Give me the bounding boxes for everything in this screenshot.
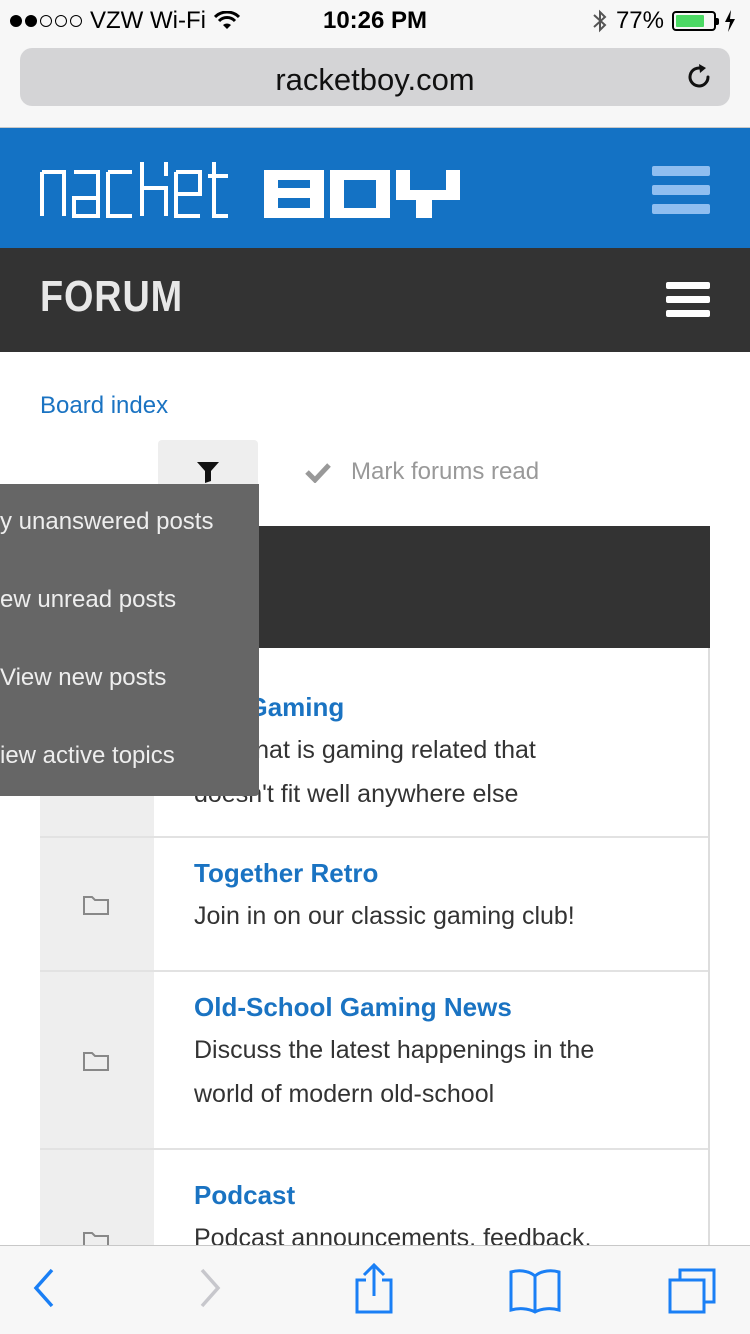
forum-description: Join in on our classic gaming club! bbox=[194, 902, 575, 930]
forum-content: Old-School Gaming News Discuss the lates… bbox=[154, 972, 708, 1148]
share-icon[interactable] bbox=[352, 1262, 396, 1314]
battery-icon bbox=[672, 11, 719, 31]
folder-icon bbox=[83, 1052, 109, 1071]
site-logo[interactable] bbox=[38, 158, 478, 220]
status-right: 77% bbox=[592, 7, 736, 35]
forum-icon-cell bbox=[40, 838, 154, 970]
forum-description: hing that is gaming related that bbox=[194, 736, 536, 764]
reload-icon[interactable] bbox=[684, 62, 714, 92]
forum-icon-cell bbox=[40, 972, 154, 1148]
forum-title-link[interactable]: Together Retro bbox=[194, 852, 688, 894]
forum-description: Discuss the latest happenings in the bbox=[194, 1036, 595, 1064]
forum-content: Together Retro Join in on our classic ga… bbox=[154, 838, 708, 970]
bluetooth-icon bbox=[593, 9, 607, 33]
forum-hamburger-icon[interactable] bbox=[666, 282, 710, 320]
battery-percent: 77% bbox=[615, 7, 664, 34]
forum-bar: FORUM bbox=[0, 248, 750, 352]
forum-description: world of modern old-school bbox=[194, 1080, 495, 1108]
url-text[interactable]: racketboy.com bbox=[20, 62, 730, 98]
menu-item-unread-posts[interactable]: ew unread posts bbox=[0, 586, 176, 614]
quick-links-dropdown: y unanswered posts ew unread posts View … bbox=[0, 484, 259, 796]
site-header bbox=[0, 128, 750, 248]
charging-icon bbox=[725, 10, 735, 32]
tabs-icon[interactable] bbox=[666, 1266, 720, 1316]
forum-title[interactable]: FORUM bbox=[40, 272, 183, 322]
bookmarks-icon[interactable] bbox=[508, 1266, 562, 1314]
forum-title-link[interactable]: Podcast bbox=[194, 1174, 688, 1216]
menu-item-unanswered-posts[interactable]: y unanswered posts bbox=[0, 508, 213, 536]
back-icon[interactable] bbox=[30, 1266, 58, 1310]
status-bar: VZW Wi-Fi 10:26 PM 77% bbox=[0, 0, 750, 40]
browser-toolbar bbox=[0, 1245, 750, 1334]
hamburger-icon[interactable] bbox=[652, 166, 710, 214]
menu-item-active-topics[interactable]: iew active topics bbox=[0, 742, 175, 770]
mark-read-label: Mark forums read bbox=[351, 458, 540, 485]
forum-title-link[interactable]: Old-School Gaming News bbox=[194, 986, 688, 1028]
forum-row[interactable]: Old-School Gaming News Discuss the lates… bbox=[40, 972, 708, 1150]
menu-item-new-posts[interactable]: View new posts bbox=[0, 664, 166, 692]
forward-icon[interactable] bbox=[196, 1266, 224, 1310]
forum-row[interactable]: Together Retro Join in on our classic ga… bbox=[40, 838, 708, 972]
forum-title-link[interactable]: eral Gaming bbox=[194, 686, 688, 728]
address-bar[interactable]: racketboy.com bbox=[20, 48, 730, 106]
breadcrumb-board-index[interactable]: Board index bbox=[40, 392, 168, 420]
check-icon bbox=[305, 463, 331, 483]
mark-forums-read-link[interactable]: Mark forums read bbox=[305, 458, 539, 486]
filter-icon bbox=[197, 462, 219, 483]
folder-icon bbox=[83, 896, 109, 915]
browser-address-area: racketboy.com bbox=[0, 40, 750, 128]
forum-description: doesn't fit well anywhere else bbox=[194, 780, 519, 808]
